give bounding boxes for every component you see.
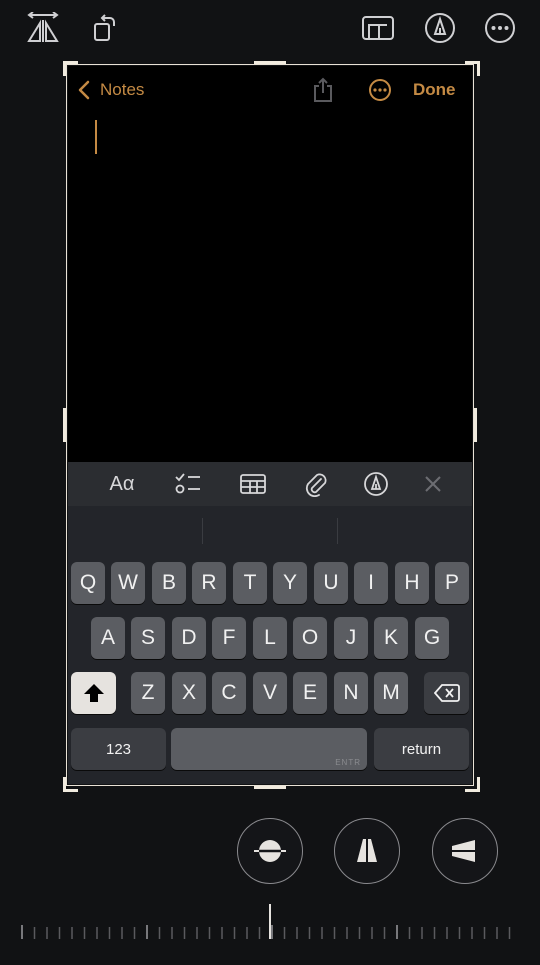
- checklist-icon[interactable]: [172, 469, 204, 499]
- keyboard: Q W B R T Y U I H P A S D F L O J K G Z …: [68, 506, 472, 784]
- key[interactable]: M: [374, 672, 408, 714]
- key[interactable]: I: [354, 562, 388, 604]
- ruler-ticks: [21, 904, 511, 939]
- backspace-icon: [433, 684, 460, 702]
- table-icon[interactable]: [237, 469, 269, 499]
- key[interactable]: E: [293, 672, 327, 714]
- key[interactable]: J: [334, 617, 368, 659]
- shift-arrow-icon: [83, 684, 104, 702]
- key[interactable]: A: [91, 617, 125, 659]
- horizon-icon: [254, 840, 286, 862]
- key[interactable]: B: [152, 562, 186, 604]
- notes-screenshot: Notes Done Aα Q W B R T Y U I H P A S D …: [68, 66, 472, 784]
- key[interactable]: C: [212, 672, 246, 714]
- back-chevron-icon[interactable]: [78, 80, 90, 105]
- key[interactable]: D: [172, 617, 206, 659]
- key[interactable]: V: [253, 672, 287, 714]
- vertical-perspective-icon: [357, 837, 377, 865]
- horizon-button[interactable]: [237, 818, 303, 884]
- flip-horizontal-icon[interactable]: [25, 10, 61, 46]
- note-more-icon[interactable]: [368, 78, 392, 107]
- vertical-perspective-button[interactable]: [334, 818, 400, 884]
- share-icon[interactable]: [312, 77, 334, 108]
- space-key-hint: ENTR: [335, 758, 361, 767]
- text-cursor: [95, 120, 97, 154]
- crop-edge-handle-left[interactable]: [63, 408, 66, 442]
- done-button[interactable]: Done: [413, 80, 456, 100]
- key[interactable]: R: [192, 562, 226, 604]
- space-key[interactable]: ENTR: [171, 728, 367, 770]
- paperclip-icon[interactable]: [300, 469, 332, 499]
- key[interactable]: P: [435, 562, 469, 604]
- format-toolbar: Aα: [68, 462, 472, 506]
- close-icon[interactable]: [417, 469, 449, 499]
- delete-key[interactable]: [424, 672, 469, 714]
- key[interactable]: Z: [131, 672, 165, 714]
- crop-edge-handle-bottom[interactable]: [254, 786, 286, 789]
- shift-key[interactable]: [71, 672, 116, 714]
- angle-ruler[interactable]: [0, 900, 540, 960]
- numbers-key[interactable]: 123: [71, 728, 166, 770]
- key[interactable]: F: [212, 617, 246, 659]
- key[interactable]: T: [233, 562, 267, 604]
- suggestion-divider: [337, 518, 338, 544]
- horizontal-perspective-icon: [450, 840, 480, 862]
- return-key[interactable]: return: [374, 728, 469, 770]
- key[interactable]: L: [253, 617, 287, 659]
- markup-pen-icon[interactable]: [422, 10, 458, 46]
- more-options-icon[interactable]: [482, 10, 518, 46]
- horizontal-perspective-button[interactable]: [432, 818, 498, 884]
- key[interactable]: K: [374, 617, 408, 659]
- rotate-icon[interactable]: [86, 10, 122, 46]
- aspect-ratio-icon[interactable]: [360, 10, 396, 46]
- key[interactable]: G: [415, 617, 449, 659]
- key[interactable]: W: [111, 562, 145, 604]
- key[interactable]: H: [395, 562, 429, 604]
- key[interactable]: Y: [273, 562, 307, 604]
- notes-nav-bar: Notes Done: [68, 66, 472, 114]
- key[interactable]: U: [314, 562, 348, 604]
- text-format-button[interactable]: Aα: [106, 469, 138, 499]
- crop-edge-handle-top[interactable]: [254, 61, 286, 64]
- suggestion-divider: [202, 518, 203, 544]
- key[interactable]: O: [293, 617, 327, 659]
- key[interactable]: Q: [71, 562, 105, 604]
- markup-icon[interactable]: [360, 469, 392, 499]
- key[interactable]: X: [172, 672, 206, 714]
- key[interactable]: S: [131, 617, 165, 659]
- crop-edge-handle-right[interactable]: [474, 408, 477, 442]
- key[interactable]: N: [334, 672, 368, 714]
- back-to-notes-button[interactable]: Notes: [100, 80, 144, 100]
